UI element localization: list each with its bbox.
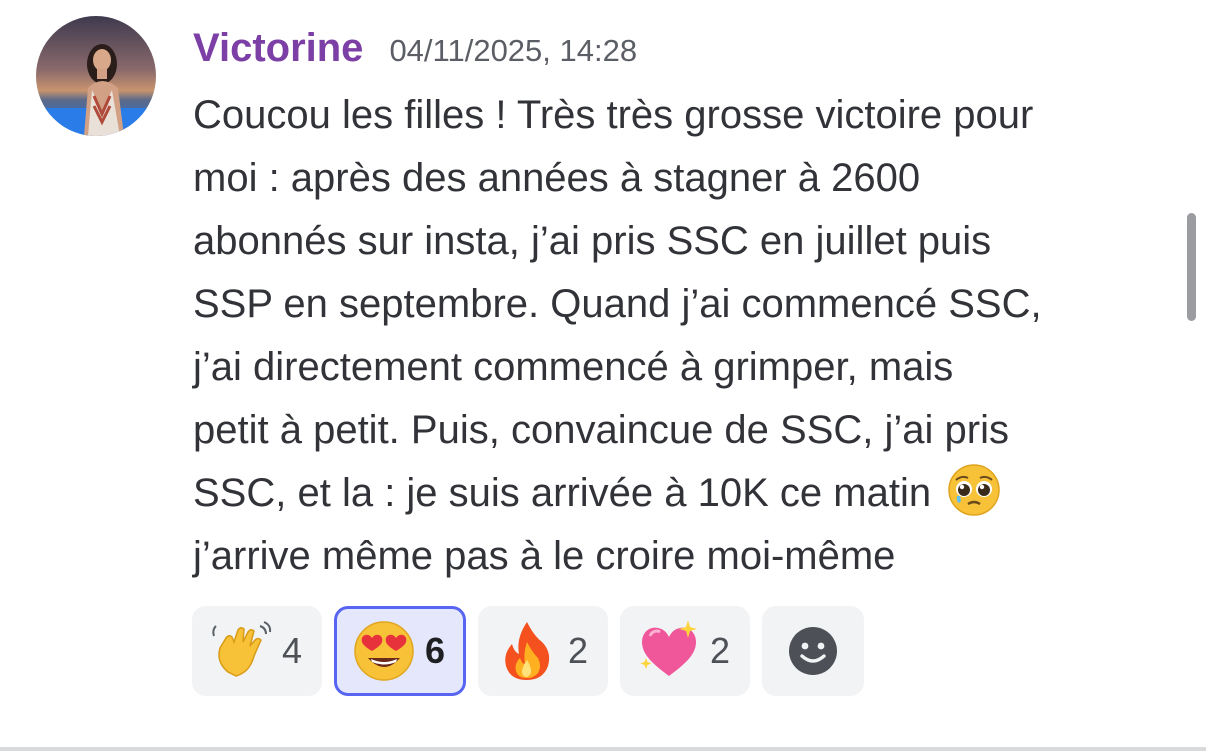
divider bbox=[0, 747, 1206, 751]
reaction-count: 2 bbox=[710, 630, 731, 671]
reaction-sparkling-heart[interactable]: 2 bbox=[620, 606, 750, 696]
reaction-count: 6 bbox=[425, 630, 446, 671]
reaction-fire[interactable]: 2 bbox=[478, 606, 608, 696]
message-line: petit à petit. Puis, convaincue de SSC, … bbox=[193, 408, 1009, 452]
smiley-add-reaction-icon bbox=[789, 627, 837, 675]
scrollbar-thumb[interactable] bbox=[1187, 213, 1196, 321]
message-line: SSP en septembre. Quand j’ai commencé SS… bbox=[193, 282, 1042, 326]
message-line: j’ai directement commencé à grimper, mai… bbox=[193, 345, 954, 389]
chat-message: Victorine 04/11/2025, 14:28 Coucou les f… bbox=[0, 0, 1206, 751]
message-line: moi : après des années à stagner à 2600 bbox=[193, 156, 921, 200]
pleading-face-emoji bbox=[948, 464, 1000, 516]
sparkling-heart-emoji bbox=[640, 620, 697, 676]
message-line: j’arrive même pas à le croire moi-même bbox=[193, 534, 896, 578]
user-photo-avatar bbox=[36, 16, 156, 136]
message-header: Victorine 04/11/2025, 14:28 bbox=[193, 26, 637, 74]
avatar[interactable] bbox=[36, 16, 156, 136]
reaction-count: 4 bbox=[282, 630, 303, 671]
message-line-with-emoji: SSC, et la : je suis arrivée à 10K ce ma… bbox=[193, 462, 1163, 525]
reaction-waving-hand[interactable]: 4 bbox=[192, 606, 322, 696]
add-reaction-button[interactable] bbox=[762, 606, 864, 696]
author-name[interactable]: Victorine bbox=[193, 26, 363, 71]
message-line: abonnés sur insta, j’ai pris SSC en juil… bbox=[193, 219, 992, 263]
fire-emoji bbox=[505, 622, 550, 680]
message-timestamp: 04/11/2025, 14:28 bbox=[389, 33, 638, 68]
message-line: Coucou les filles ! Très très grosse vic… bbox=[193, 93, 1034, 137]
reaction-count: 2 bbox=[568, 630, 589, 671]
heart-eyes-emoji bbox=[354, 621, 414, 681]
message-content: Coucou les filles ! Très très grosse vic… bbox=[193, 84, 1163, 588]
message-line-text: SSC, et la : je suis arrivée à 10K ce ma… bbox=[193, 471, 932, 515]
reaction-heart-eyes[interactable]: 6 bbox=[334, 606, 466, 696]
reactions-bar: 4 6 2 2 bbox=[192, 606, 864, 696]
waving-hand-emoji bbox=[212, 621, 272, 677]
